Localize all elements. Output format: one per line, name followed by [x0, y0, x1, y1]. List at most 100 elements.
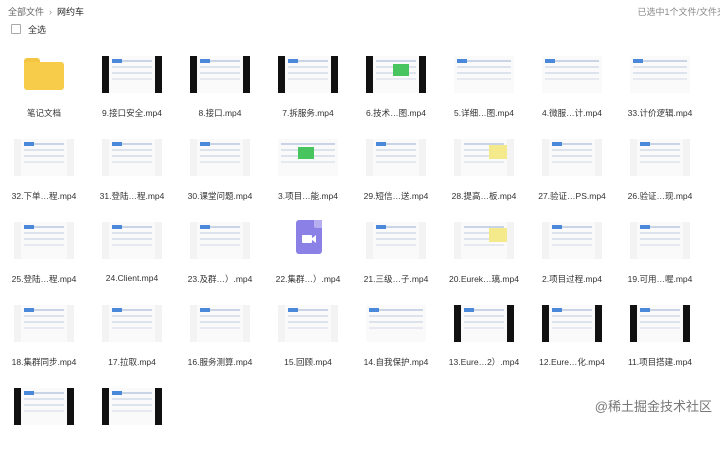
video-thumbnail — [542, 56, 602, 93]
file-item[interactable]: 22.集群…）.mp4 — [264, 214, 352, 294]
file-item[interactable]: 26.验证…现.mp4 — [616, 131, 704, 211]
video-thumbnail — [278, 56, 338, 93]
file-item[interactable]: 29.短信…送.mp4 — [352, 131, 440, 211]
file-name: 21.三级…子.mp4 — [363, 274, 429, 284]
file-item[interactable]: 2.项目过程.mp4 — [528, 214, 616, 294]
video-thumbnail — [102, 388, 162, 425]
file-item[interactable]: 21.三级…子.mp4 — [352, 214, 440, 294]
file-item[interactable]: 13.Eure…2）.mp4 — [440, 297, 528, 377]
file-name: 29.短信…送.mp4 — [363, 191, 429, 201]
video-thumbnail — [190, 56, 250, 93]
file-name: 22.集群…）.mp4 — [275, 274, 341, 284]
file-name: 19.可用…喔.mp4 — [627, 274, 693, 284]
selection-info: 已选中1个文件/文件夹 — [637, 7, 720, 17]
file-name: 30.课堂问题.mp4 — [187, 191, 253, 201]
video-thumbnail — [366, 56, 426, 93]
file-name: 9.接口安全.mp4 — [102, 108, 162, 118]
video-thumbnail — [454, 139, 514, 176]
folder-icon — [24, 58, 64, 90]
file-name: 14.自我保护.mp4 — [363, 357, 429, 367]
file-name: 25.登陆…程.mp4 — [11, 274, 77, 284]
file-item[interactable]: 17.拉取.mp4 — [88, 297, 176, 377]
file-name: 5.详细…图.mp4 — [454, 108, 514, 118]
video-thumbnail — [102, 305, 162, 342]
file-item[interactable]: 8.接口.mp4 — [176, 48, 264, 128]
file-name: 12.Eure…化.mp4 — [539, 357, 605, 367]
file-item[interactable]: 14.自我保护.mp4 — [352, 297, 440, 377]
file-item[interactable]: 27.验证…PS.mp4 — [528, 131, 616, 211]
video-thumbnail — [190, 139, 250, 176]
file-item[interactable]: 15.回顾.mp4 — [264, 297, 352, 377]
file-item[interactable] — [88, 380, 176, 460]
video-thumbnail — [190, 222, 250, 259]
file-item[interactable]: 20.Eurek…璃.mp4 — [440, 214, 528, 294]
file-name: 27.验证…PS.mp4 — [538, 191, 606, 201]
breadcrumb-root[interactable]: 全部文件 — [8, 7, 44, 17]
file-name: 18.集群同步.mp4 — [11, 357, 77, 367]
video-thumbnail — [630, 56, 690, 93]
file-item[interactable]: 31.登陆…程.mp4 — [88, 131, 176, 211]
video-thumbnail — [190, 305, 250, 342]
video-thumbnail — [542, 222, 602, 259]
watermark: @稀土掘金技术社区 — [594, 399, 712, 414]
file-name: 32.下单…程.mp4 — [11, 191, 77, 201]
file-name: 33.计价逻辑.mp4 — [627, 108, 693, 118]
file-name: 26.验证…现.mp4 — [627, 191, 693, 201]
file-item[interactable]: 18.集群同步.mp4 — [0, 297, 88, 377]
video-file-icon — [296, 220, 322, 254]
file-item[interactable]: 12.Eure…化.mp4 — [528, 297, 616, 377]
video-thumbnail — [102, 56, 162, 93]
file-name: 2.项目过程.mp4 — [542, 274, 602, 284]
video-thumbnail — [542, 305, 602, 342]
file-item[interactable]: 9.接口安全.mp4 — [88, 48, 176, 128]
video-thumbnail — [366, 139, 426, 176]
file-item[interactable]: 23.及群…）.mp4 — [176, 214, 264, 294]
breadcrumb: 全部文件 › 网约车 — [8, 5, 84, 18]
file-item[interactable]: 11.项目搭建.mp4 — [616, 297, 704, 377]
file-item[interactable]: 25.登陆…程.mp4 — [0, 214, 88, 294]
file-name: 3.项目…能.mp4 — [278, 191, 338, 201]
video-thumbnail — [14, 139, 74, 176]
file-item[interactable]: 28.提高…板.mp4 — [440, 131, 528, 211]
file-name: 11.项目搭建.mp4 — [627, 357, 693, 367]
top-bar: 全部文件 › 网约车 已选中1个文件/文件夹 — [0, 0, 720, 20]
file-item[interactable]: 6.技术…图.mp4 — [352, 48, 440, 128]
file-name: 31.登陆…程.mp4 — [99, 191, 165, 201]
file-name: 24.Client.mp4 — [105, 273, 159, 283]
file-name: 13.Eure…2）.mp4 — [448, 357, 520, 367]
video-thumbnail — [366, 305, 426, 342]
video-thumbnail — [542, 139, 602, 176]
video-thumbnail — [454, 305, 514, 342]
video-thumbnail — [278, 305, 338, 342]
select-all-bar: 全选 — [0, 20, 720, 38]
file-item[interactable]: 5.详细…图.mp4 — [440, 48, 528, 128]
video-thumbnail — [630, 222, 690, 259]
video-thumbnail — [366, 222, 426, 259]
file-item[interactable]: 4.微服…计.mp4 — [528, 48, 616, 128]
select-all-checkbox[interactable] — [11, 24, 21, 34]
file-name: 20.Eurek…璃.mp4 — [449, 274, 519, 284]
file-name: 28.提高…板.mp4 — [451, 191, 517, 201]
file-name: 笔记文档 — [26, 108, 61, 118]
file-item[interactable]: 7.拆服务.mp4 — [264, 48, 352, 128]
file-name: 8.接口.mp4 — [198, 108, 242, 118]
select-all-label[interactable]: 全选 — [28, 23, 46, 36]
breadcrumb-current: 网约车 — [57, 7, 85, 17]
file-name: 15.回顾.mp4 — [284, 357, 332, 367]
file-item[interactable]: 3.项目…能.mp4 — [264, 131, 352, 211]
file-name: 4.微服…计.mp4 — [542, 108, 602, 118]
file-item[interactable]: 33.计价逻辑.mp4 — [616, 48, 704, 128]
file-item[interactable]: 16.服务测算.mp4 — [176, 297, 264, 377]
video-thumbnail — [102, 222, 162, 259]
video-thumbnail — [630, 305, 690, 342]
file-item[interactable]: 24.Client.mp4 — [88, 214, 176, 294]
video-thumbnail — [102, 139, 162, 176]
folder-item[interactable]: 笔记文档 — [0, 48, 88, 128]
file-item[interactable]: 19.可用…喔.mp4 — [616, 214, 704, 294]
video-thumbnail — [14, 305, 74, 342]
file-name: 17.拉取.mp4 — [108, 357, 156, 367]
file-item[interactable]: 32.下单…程.mp4 — [0, 131, 88, 211]
chevron-right-icon: › — [49, 7, 53, 17]
file-item[interactable]: 30.课堂问题.mp4 — [176, 131, 264, 211]
file-item[interactable] — [0, 380, 88, 460]
